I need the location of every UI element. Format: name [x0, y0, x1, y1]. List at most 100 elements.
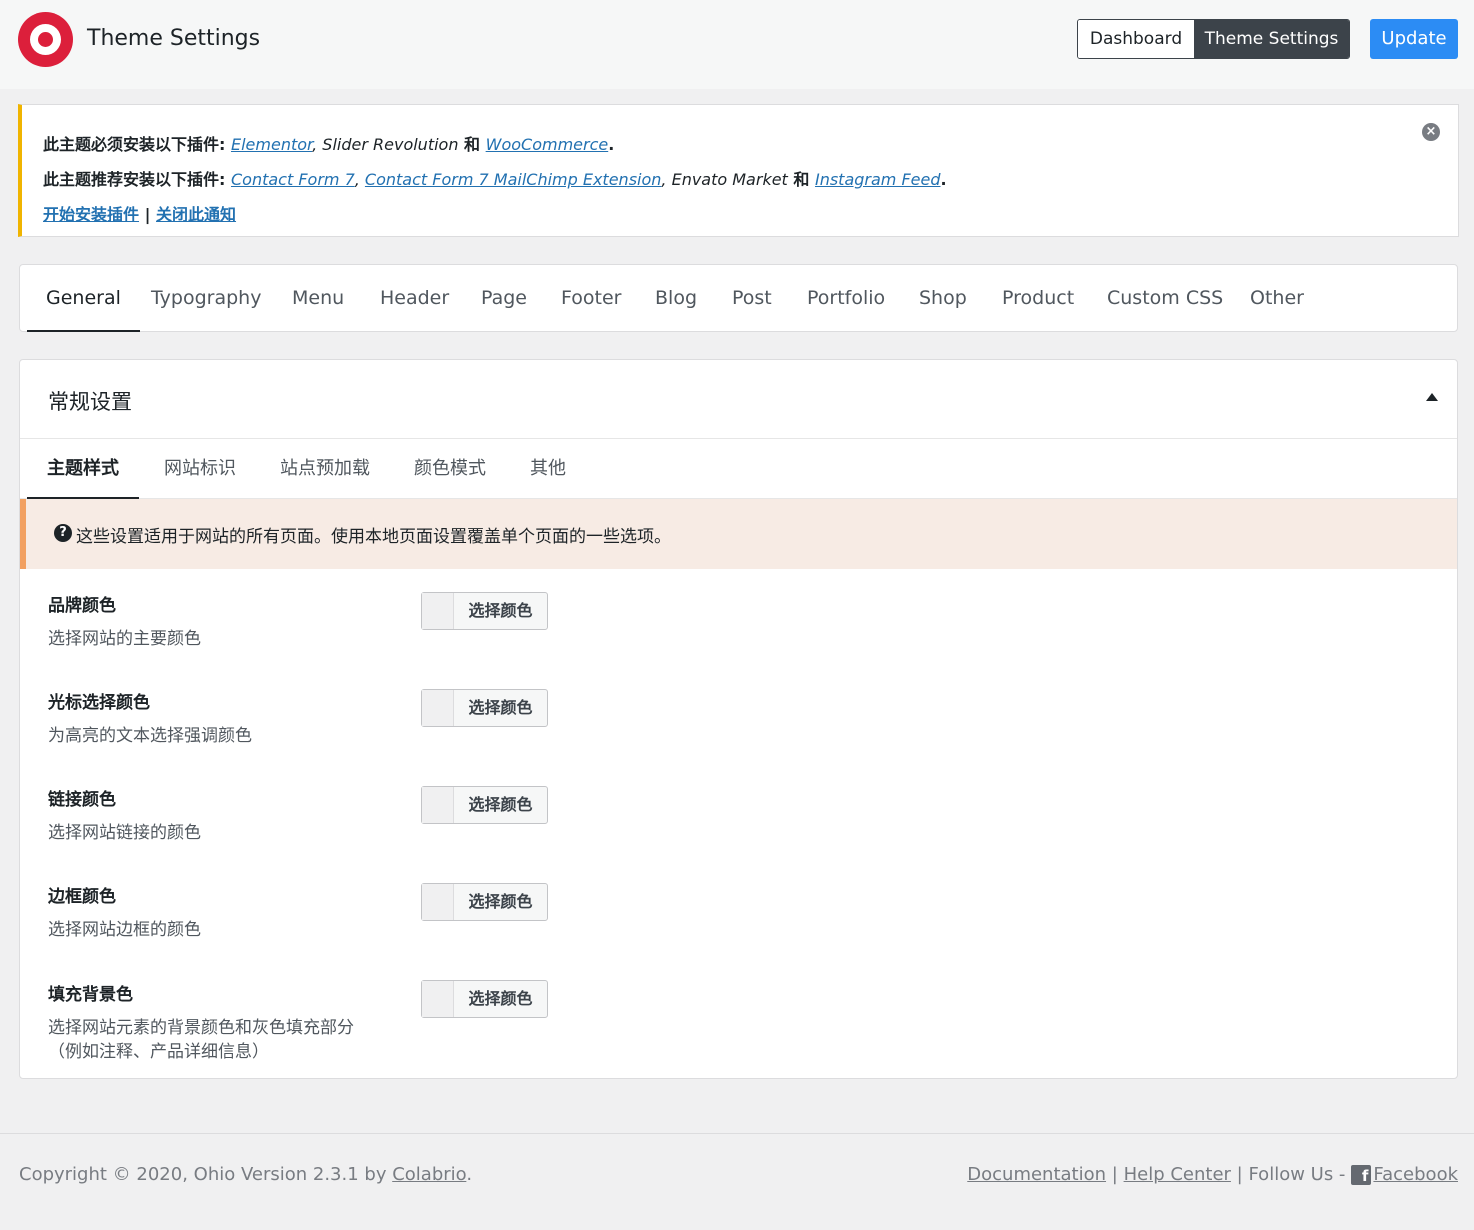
setting-border-color: 边框颜色 选择网站边框的颜色 选择颜色	[48, 882, 1428, 942]
sep: ,	[312, 135, 323, 154]
setting-label: 链接颜色	[48, 790, 116, 810]
select-color-button[interactable]: 选择颜色	[421, 689, 548, 727]
and-text: 和	[787, 170, 815, 189]
tab-portfolio[interactable]: Portfolio	[807, 265, 885, 332]
plugin-notice: 此主题必须安装以下插件: Elementor, Slider Revolutio…	[18, 104, 1459, 237]
and-text: 和	[458, 135, 486, 154]
dismiss-notice-link[interactable]: 关闭此通知	[156, 205, 236, 224]
mailchimp-extension-link[interactable]: Contact Form 7 MailChimp Extension	[365, 170, 661, 189]
slider-revolution-text: Slider Revolution	[322, 135, 459, 154]
separator: |	[144, 205, 151, 224]
elementor-link[interactable]: Elementor	[231, 135, 312, 154]
setting-fill-background-color: 填充背景色 选择网站元素的背景颜色和灰色填充部分（例如注释、产品详细信息） 选择…	[48, 980, 1428, 1064]
tab-footer[interactable]: Footer	[561, 265, 621, 332]
theme-settings-button[interactable]: Theme Settings	[1194, 20, 1349, 58]
separator: |	[1111, 1164, 1118, 1185]
info-banner: ? 这些设置适用于网站的所有页面。使用本地页面设置覆盖单个页面的一些选项。	[20, 499, 1457, 569]
close-circle-icon[interactable]: ×	[1422, 123, 1440, 141]
instagram-feed-link[interactable]: Instagram Feed	[815, 170, 941, 189]
color-swatch	[422, 884, 454, 920]
dashboard-button[interactable]: Dashboard	[1078, 20, 1194, 58]
top-nav: Dashboard Theme Settings	[1077, 19, 1350, 59]
update-button[interactable]: Update	[1370, 19, 1458, 59]
color-swatch	[422, 593, 454, 629]
recommended-plugins-line: 此主题推荐安装以下插件: Contact Form 7, Contact For…	[43, 170, 947, 189]
color-swatch	[422, 787, 454, 823]
settings-tabs: General Typography Menu Header Page Foot…	[19, 264, 1458, 332]
notice-actions: 开始安装插件 | 关闭此通知	[43, 201, 236, 225]
tab-post[interactable]: Post	[732, 265, 772, 332]
tab-general[interactable]: General	[27, 265, 140, 332]
install-plugins-link[interactable]: 开始安装插件	[43, 205, 139, 224]
required-plugins-line: 此主题必须安装以下插件: Elementor, Slider Revolutio…	[43, 135, 615, 154]
select-color-label: 选择颜色	[468, 795, 533, 814]
general-settings-panel: 常规设置 主题样式 网站标识 站点预加载 颜色模式 其他 ? 这些设置适用于网站…	[19, 359, 1458, 1079]
setting-description: 选择网站链接的颜色	[48, 823, 201, 843]
top-bar: Theme Settings Dashboard Theme Settings …	[0, 0, 1474, 89]
select-color-label: 选择颜色	[468, 989, 533, 1008]
color-swatch	[422, 981, 454, 1017]
subtab-theme-style[interactable]: 主题样式	[27, 439, 139, 499]
ohio-logo-icon	[18, 12, 73, 67]
footer-divider	[0, 1133, 1474, 1134]
collapse-arrow-icon[interactable]	[1426, 393, 1438, 401]
setting-label: 填充背景色	[48, 985, 133, 1005]
copyright-text: Copyright © 2020, Ohio Version 2.3.1 by	[19, 1164, 393, 1185]
subtab-site-identity[interactable]: 网站标识	[164, 439, 236, 499]
setting-description: 为高亮的文本选择强调颜色	[48, 726, 252, 746]
tab-blog[interactable]: Blog	[655, 265, 697, 332]
envato-market-text: Envato Market	[671, 170, 788, 189]
separator: |	[1236, 1164, 1243, 1185]
sep: ,	[661, 170, 672, 189]
tab-product[interactable]: Product	[1002, 265, 1074, 332]
tab-custom-css[interactable]: Custom CSS	[1107, 265, 1223, 332]
select-color-button[interactable]: 选择颜色	[421, 786, 548, 824]
contact-form-7-link[interactable]: Contact Form 7	[231, 170, 355, 189]
period: .	[466, 1164, 473, 1185]
select-color-label: 选择颜色	[468, 698, 533, 717]
footer-links: Documentation | Help Center | Follow Us …	[967, 1164, 1458, 1185]
setting-brand-color: 品牌颜色 选择网站的主要颜色 选择颜色	[48, 591, 1428, 651]
select-color-label: 选择颜色	[468, 601, 533, 620]
question-circle-icon: ?	[54, 524, 72, 542]
required-prefix: 此主题必须安装以下插件	[43, 135, 220, 154]
colabrio-link[interactable]: Colabrio	[392, 1164, 466, 1185]
select-color-button[interactable]: 选择颜色	[421, 592, 548, 630]
period: .	[608, 135, 615, 154]
period: .	[940, 170, 947, 189]
select-color-button[interactable]: 选择颜色	[421, 883, 548, 921]
setting-description: 选择网站元素的背景颜色和灰色填充部分（例如注释、产品详细信息）	[48, 1018, 354, 1062]
documentation-link[interactable]: Documentation	[967, 1164, 1106, 1185]
setting-selection-color: 光标选择颜色 为高亮的文本选择强调颜色 选择颜色	[48, 688, 1428, 748]
info-text: 这些设置适用于网站的所有页面。使用本地页面设置覆盖单个页面的一些选项。	[76, 527, 671, 547]
facebook-icon[interactable]: f	[1351, 1164, 1372, 1185]
woocommerce-link[interactable]: WooCommerce	[486, 135, 609, 154]
color-swatch	[422, 690, 454, 726]
tab-other[interactable]: Other	[1250, 265, 1304, 332]
help-center-link[interactable]: Help Center	[1124, 1164, 1231, 1185]
subtab-other[interactable]: 其他	[530, 439, 566, 499]
setting-description: 选择网站的主要颜色	[48, 629, 201, 649]
panel-title: 常规设置	[48, 390, 132, 414]
tab-page[interactable]: Page	[481, 265, 527, 332]
tab-shop[interactable]: Shop	[919, 265, 967, 332]
recommended-prefix: 此主题推荐安装以下插件	[43, 170, 220, 189]
setting-label: 边框颜色	[48, 887, 116, 907]
app-title: Theme Settings	[87, 26, 261, 51]
sep: ,	[354, 170, 365, 189]
tab-header[interactable]: Header	[380, 265, 449, 332]
setting-label: 光标选择颜色	[48, 693, 150, 713]
subtab-preloader[interactable]: 站点预加载	[280, 439, 370, 499]
follow-us-text: Follow Us -	[1248, 1164, 1346, 1185]
tab-menu[interactable]: Menu	[292, 265, 344, 332]
tab-typography[interactable]: Typography	[151, 265, 261, 332]
setting-description: 选择网站边框的颜色	[48, 920, 201, 940]
select-color-button[interactable]: 选择颜色	[421, 980, 548, 1018]
copyright: Copyright © 2020, Ohio Version 2.3.1 by …	[19, 1164, 472, 1185]
setting-label: 品牌颜色	[48, 596, 116, 616]
setting-link-color: 链接颜色 选择网站链接的颜色 选择颜色	[48, 785, 1428, 845]
subtab-color-mode[interactable]: 颜色模式	[414, 439, 486, 499]
select-color-label: 选择颜色	[468, 892, 533, 911]
facebook-link[interactable]: Facebook	[1373, 1164, 1458, 1185]
subtabs: 主题样式 网站标识 站点预加载 颜色模式 其他	[20, 438, 1457, 499]
